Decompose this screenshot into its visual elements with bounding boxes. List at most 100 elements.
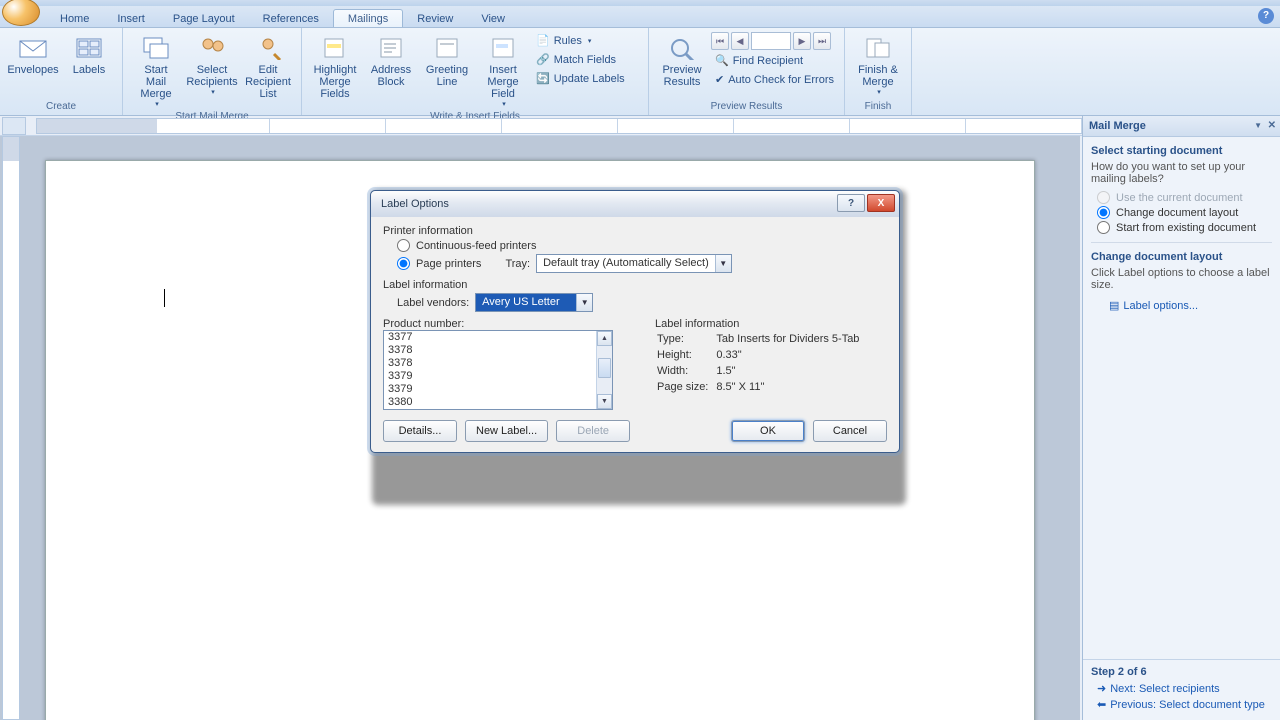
scroll-down-button[interactable]: ▼	[597, 394, 612, 409]
ribbon-tabs: Home Insert Page Layout References Maili…	[0, 6, 1280, 28]
tab-references[interactable]: References	[249, 10, 333, 27]
pane-heading-select: Select starting document	[1091, 145, 1222, 157]
tab-view[interactable]: View	[467, 10, 519, 27]
pane-heading-change: Change document layout	[1091, 251, 1222, 263]
dialog-title-label: Label Options	[381, 198, 449, 210]
last-record-button[interactable]: ⏭	[813, 32, 831, 50]
pane-instruction: Click Label options to choose a label si…	[1091, 267, 1272, 291]
auto-check-label: Auto Check for Errors	[728, 74, 834, 86]
insert-merge-field-button[interactable]: Insert Merge Field	[476, 32, 530, 110]
list-item[interactable]: 3378	[384, 357, 596, 370]
edit-list-label: Edit Recipient List	[245, 64, 291, 100]
update-labels-button[interactable]: 🔄Update Labels	[532, 70, 642, 87]
text-cursor	[164, 289, 165, 307]
labels-button[interactable]: Labels	[62, 32, 116, 78]
envelopes-button[interactable]: Envelopes	[6, 32, 60, 78]
label-options-icon: ▤	[1109, 299, 1119, 312]
list-item[interactable]: 3378	[384, 344, 596, 357]
pane-question: How do you want to set up your mailing l…	[1091, 161, 1272, 185]
first-record-button[interactable]: ⏮	[711, 32, 729, 50]
record-number-box[interactable]	[751, 32, 791, 50]
info-heading: Label information	[655, 318, 867, 330]
list-item[interactable]: 3377	[384, 331, 596, 344]
record-navigator: ⏮ ◀ ▶ ⏭	[711, 32, 838, 50]
tray-select[interactable]: Default tray (Automatically Select) ▼	[536, 254, 732, 273]
rules-label: Rules	[554, 35, 582, 47]
prev-step-link[interactable]: ⬅Previous: Select document type	[1097, 698, 1272, 711]
opt-continuous-feed[interactable]: Continuous-feed printers	[397, 239, 887, 252]
address-block-button[interactable]: Address Block	[364, 32, 418, 90]
next-step-link[interactable]: ➜Next: Select recipients	[1097, 682, 1272, 695]
edit-list-icon	[252, 34, 284, 62]
greeting-line-button[interactable]: Greeting Line	[420, 32, 474, 90]
tab-review[interactable]: Review	[403, 10, 467, 27]
pane-menu-button[interactable]: ▼	[1254, 121, 1262, 130]
highlight-icon	[319, 34, 351, 62]
tab-insert[interactable]: Insert	[103, 10, 159, 27]
finish-icon	[862, 34, 894, 62]
address-label: Address Block	[368, 64, 414, 88]
scrollbar[interactable]: ▲ ▼	[596, 331, 612, 409]
label-options-link[interactable]: ▤Label options...	[1109, 299, 1198, 312]
update-label: Update Labels	[554, 73, 625, 85]
scroll-track[interactable]	[597, 346, 612, 394]
edit-recipient-list-button[interactable]: Edit Recipient List	[241, 32, 295, 102]
pane-title-label: Mail Merge	[1089, 120, 1146, 132]
list-item[interactable]: 3379	[384, 383, 596, 396]
preview-results-button[interactable]: Preview Results	[655, 32, 709, 90]
prev-record-button[interactable]: ◀	[731, 32, 749, 50]
pane-title: Mail Merge ▼ ✕	[1083, 116, 1280, 137]
vendors-label: Label vendors:	[397, 297, 469, 309]
opt-from-existing[interactable]: Start from existing document	[1097, 221, 1272, 234]
rules-icon: 📄	[536, 34, 550, 47]
ribbon: Envelopes Labels Create Start Mail Merge…	[0, 28, 1280, 116]
product-listbox[interactable]: 337733783378337933793380 ▲ ▼	[383, 330, 613, 410]
preview-icon	[666, 34, 698, 62]
tab-page-layout[interactable]: Page Layout	[159, 10, 249, 27]
greeting-icon	[431, 34, 463, 62]
opt-page-printers[interactable]: Page printers	[397, 257, 481, 270]
rules-button[interactable]: 📄 Rules	[532, 32, 642, 49]
labels-icon	[73, 34, 105, 62]
envelope-icon	[17, 34, 49, 62]
tray-value: Default tray (Automatically Select)	[537, 255, 715, 272]
scroll-up-button[interactable]: ▲	[597, 331, 612, 346]
label-info-table: Type:Tab Inserts for Dividers 5-Tab Heig…	[655, 330, 867, 396]
list-item[interactable]: 3380	[384, 396, 596, 409]
tab-mailings[interactable]: Mailings	[333, 9, 403, 27]
tab-home[interactable]: Home	[46, 10, 103, 27]
label-options-dialog: Label Options ? X Printer information Co…	[370, 190, 900, 453]
product-number-label: Product number:	[383, 318, 613, 330]
dialog-close-button[interactable]: X	[867, 194, 895, 212]
auto-check-button[interactable]: ✔Auto Check for Errors	[711, 71, 838, 88]
list-item[interactable]: 3379	[384, 370, 596, 383]
label-info-heading: Label information	[383, 279, 887, 291]
group-create-title: Create	[6, 100, 116, 113]
mail-merge-icon	[140, 34, 172, 62]
finish-merge-button[interactable]: Finish & Merge	[851, 32, 905, 98]
vertical-ruler[interactable]	[2, 136, 20, 720]
delete-button: Delete	[556, 420, 630, 442]
details-button[interactable]: Details...	[383, 420, 457, 442]
chevron-down-icon: ▼	[715, 255, 731, 272]
find-recipient-button[interactable]: 🔍Find Recipient	[711, 52, 838, 69]
opt-change-layout[interactable]: Change document layout	[1097, 206, 1272, 219]
match-fields-button[interactable]: 🔗Match Fields	[532, 51, 642, 68]
dialog-help-button[interactable]: ?	[837, 194, 865, 212]
next-record-button[interactable]: ▶	[793, 32, 811, 50]
pane-close-button[interactable]: ✕	[1268, 120, 1276, 131]
highlight-fields-button[interactable]: Highlight Merge Fields	[308, 32, 362, 102]
scroll-thumb[interactable]	[598, 358, 611, 378]
find-label: Find Recipient	[733, 55, 803, 67]
ruler-corner[interactable]	[2, 117, 26, 135]
select-recipients-label: Select Recipients	[186, 64, 237, 88]
vendors-value: Avery US Letter	[476, 294, 576, 311]
vendors-select[interactable]: Avery US Letter ▼	[475, 293, 593, 312]
help-icon[interactable]: ?	[1258, 8, 1274, 24]
dialog-titlebar[interactable]: Label Options ? X	[371, 191, 899, 217]
start-mail-merge-button[interactable]: Start Mail Merge	[129, 32, 183, 110]
select-recipients-button[interactable]: Select Recipients	[185, 32, 239, 98]
ok-button[interactable]: OK	[731, 420, 805, 442]
cancel-button[interactable]: Cancel	[813, 420, 887, 442]
new-label-button[interactable]: New Label...	[465, 420, 548, 442]
